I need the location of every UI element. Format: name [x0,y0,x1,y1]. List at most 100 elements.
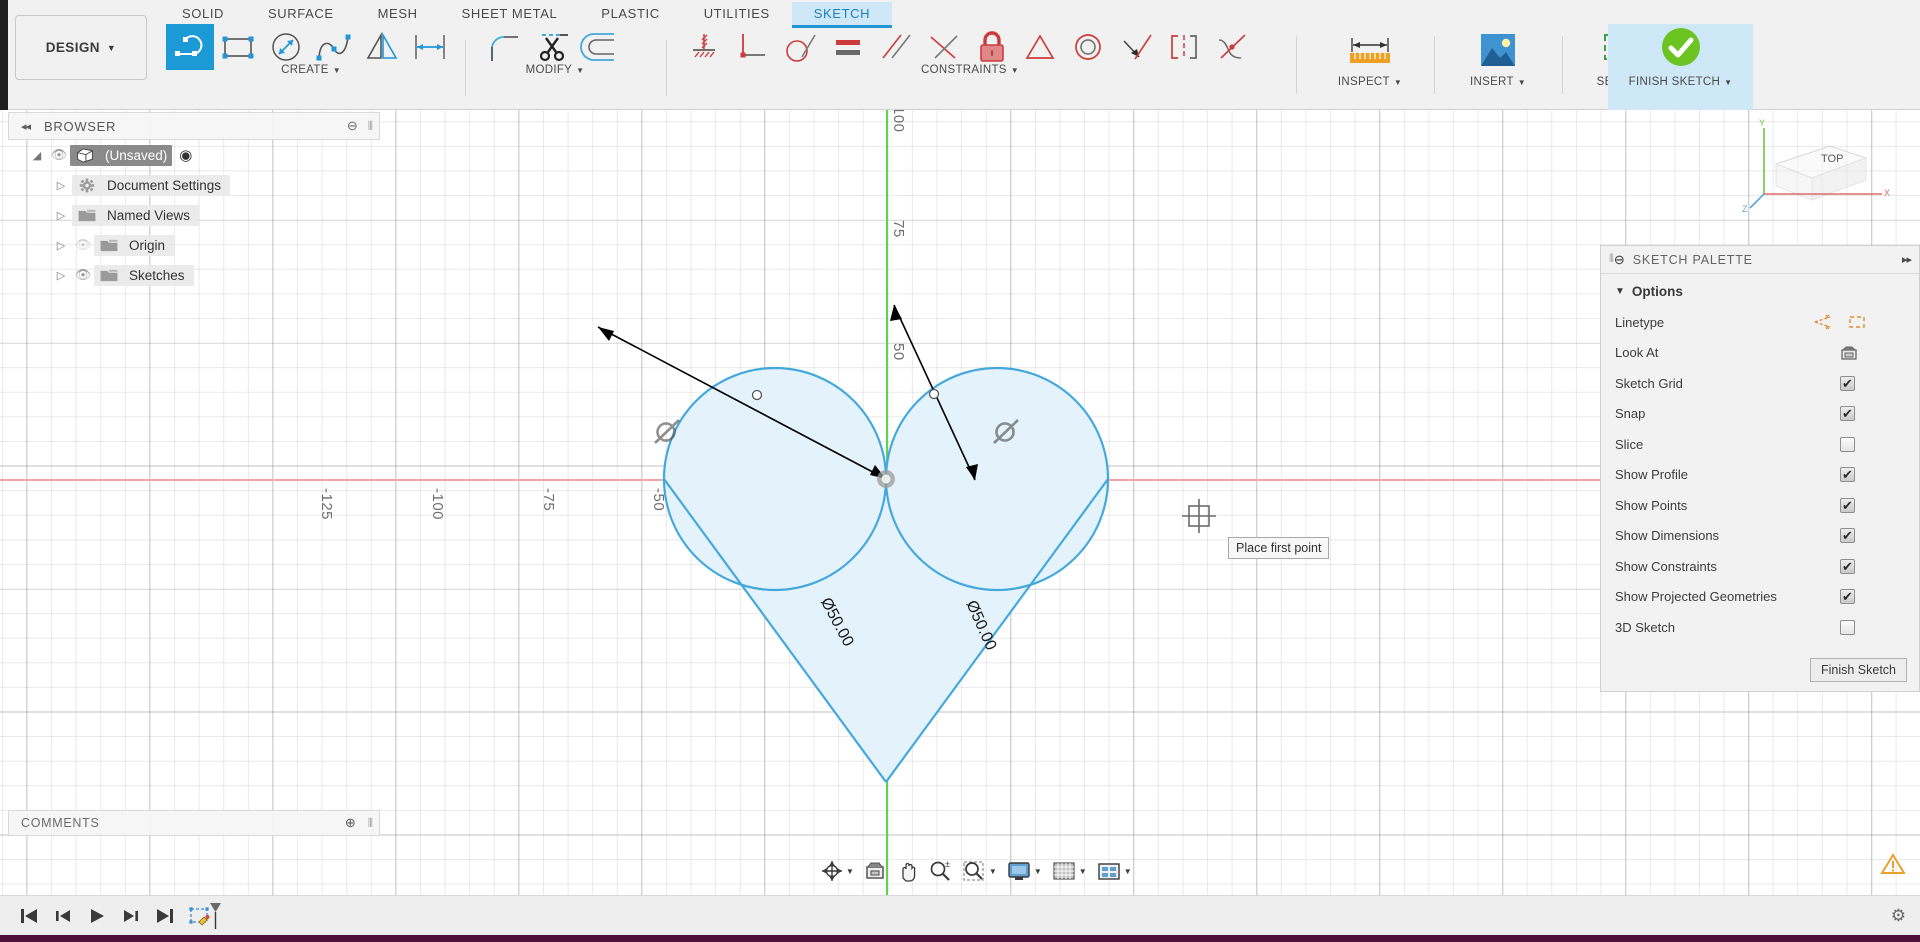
insert-button[interactable]: INSERT▼ [1448,24,1548,110]
inspect-button[interactable]: INSPECT▼ [1320,24,1420,110]
axis-label-y: Y [1759,118,1765,128]
browser-minimize-icon[interactable]: ⊖ [347,118,358,134]
zoom-window-icon[interactable]: ▼ [957,856,1002,886]
browser-item-named-views[interactable]: ▷ Named Views [8,200,380,230]
chevron-down-icon[interactable]: ▼ [1079,867,1087,876]
look-at-icon[interactable] [859,856,891,886]
palette-row-sketch-grid[interactable]: Sketch Grid ✔ [1601,368,1919,399]
show-profile-checkbox[interactable]: ✔ [1840,467,1855,482]
viewports-icon[interactable]: ▼ [1092,856,1137,886]
browser-item-label: (Unsaved) [105,148,167,163]
palette-row-3d-sketch[interactable]: 3D Sketch [1601,612,1919,643]
row-label: 3D Sketch [1615,620,1840,635]
component-icon [74,148,96,163]
pan-icon[interactable] [891,856,923,886]
palette-row-look-at[interactable]: Look At [1601,338,1919,369]
sketch-feature-icon[interactable] [182,901,228,931]
display-settings-icon[interactable]: ▼ [1002,856,1047,886]
expander-icon[interactable]: ◢ [26,149,48,162]
browser-panel[interactable]: ◂◂ BROWSER ⊖ ⦀ ◢ 👁 (Unsaved) ◉ ▷ [8,112,380,290]
eye-hidden-icon[interactable]: 👁 [72,237,94,253]
palette-row-show-profile[interactable]: Show Profile ✔ [1601,460,1919,491]
sketch-palette-panel[interactable]: ⦀ ⊖ SKETCH PALETTE ▸▸ ▼ Options Linetype [1600,245,1920,692]
chevron-down-icon[interactable]: ▼ [1034,867,1042,876]
go-to-end-button[interactable] [148,901,182,931]
timeline-bar[interactable] [0,895,1920,935]
view-navigation-bar[interactable]: ▼ ± ▼ [816,855,1137,887]
play-button[interactable] [80,901,114,931]
tab-solid[interactable]: SOLID [160,2,246,25]
show-constraints-checkbox[interactable]: ✔ [1840,559,1855,574]
svg-text:TOP: TOP [1821,153,1843,165]
go-to-beginning-button[interactable] [12,901,46,931]
chevron-down-icon[interactable]: ▼ [1124,867,1132,876]
chevron-down-icon[interactable]: ▼ [989,867,997,876]
expander-icon[interactable]: ▷ [50,269,72,282]
sketch-palette-header[interactable]: ⦀ ⊖ SKETCH PALETTE ▸▸ [1601,246,1919,274]
ribbon-group-constraints[interactable]: CONSTRAINTS▼ [680,24,1256,110]
browser-item-unsaved[interactable]: ◢ 👁 (Unsaved) ◉ [8,140,380,170]
command-tooltip: Place first point [1228,537,1329,559]
finish-sketch-button[interactable]: FINISH SKETCH▼ [1608,24,1753,110]
settings-gear-icon[interactable]: ⚙ [1891,906,1906,926]
comments-grip-icon: ⦀ [368,816,373,831]
modify-group-label: MODIFY▼ [480,64,630,76]
browser-item-origin[interactable]: ▷ 👁 Origin [8,230,380,260]
palette-row-show-dimensions[interactable]: Show Dimensions ✔ [1601,521,1919,552]
show-points-checkbox[interactable]: ✔ [1840,498,1855,513]
orbit-icon[interactable]: ▼ [816,856,859,886]
tab-utilities[interactable]: UTILITIES [682,2,792,25]
palette-row-slice[interactable]: Slice [1601,429,1919,460]
design-workspace-button[interactable]: DESIGN ▼ [15,15,147,80]
row-label: Sketch Grid [1615,376,1840,391]
show-dimensions-checkbox[interactable]: ✔ [1840,528,1855,543]
palette-row-show-points[interactable]: Show Points ✔ [1601,490,1919,521]
ribbon-group-create[interactable]: CREATE▼ [166,24,454,110]
tab-surface[interactable]: SURFACE [246,2,356,25]
palette-row-linetype[interactable]: Linetype [1601,307,1919,338]
finish-sketch-label: FINISH SKETCH [1629,76,1720,88]
activate-component-icon[interactable]: ◉ [179,146,192,164]
step-back-button[interactable] [46,901,80,931]
grid-snaps-icon[interactable]: ▼ [1047,856,1092,886]
tab-sheet-metal[interactable]: SHEET METAL [440,2,580,25]
palette-collapse-icon[interactable]: ⊖ [1614,252,1625,268]
3d-sketch-checkbox[interactable] [1840,620,1855,635]
tab-plastic[interactable]: PLASTIC [579,2,681,25]
show-projected-geometries-checkbox[interactable]: ✔ [1840,589,1855,604]
finish-sketch-panel-button[interactable]: Finish Sketch [1810,658,1907,682]
tab-mesh[interactable]: MESH [356,2,440,25]
expander-icon[interactable]: ▷ [50,209,72,222]
chevron-down-icon[interactable]: ▼ [846,867,854,876]
browser-item-document-settings[interactable]: ▷ Document Settings [8,170,380,200]
view-cube[interactable]: TOP Y X Z [1742,116,1892,226]
centerline-linetype-icon[interactable] [1847,314,1867,330]
slice-checkbox[interactable] [1840,437,1855,452]
palette-row-show-projected-geometries[interactable]: Show Projected Geometries ✔ [1601,582,1919,613]
collapse-browser-icon[interactable]: ◂◂ [21,120,30,133]
eye-icon[interactable]: 👁 [72,267,94,283]
browser-item-sketches[interactable]: ▷ 👁 Sketches [8,260,380,290]
browser-header[interactable]: ◂◂ BROWSER ⊖ ⦀ [8,112,380,140]
snap-checkbox[interactable]: ✔ [1840,406,1855,421]
ribbon-toolbar[interactable]: DESIGN ▼ SOLID SURFACE MESH SHEET METAL … [0,0,1920,110]
expander-icon[interactable]: ▷ [50,179,72,192]
row-label: Slice [1615,437,1840,452]
construction-linetype-icon[interactable] [1813,314,1833,330]
palette-expand-icon[interactable]: ▸▸ [1902,253,1911,266]
step-forward-button[interactable] [114,901,148,931]
expander-icon[interactable]: ▷ [50,239,72,252]
axis-label-z: Z [1742,204,1748,214]
zoom-icon[interactable]: ± [923,856,957,886]
add-comment-icon[interactable]: ⊕ [345,815,356,831]
palette-row-snap[interactable]: Snap ✔ [1601,399,1919,430]
warning-triangle-icon[interactable] [1880,852,1906,881]
comments-panel[interactable]: COMMENTS ⊕ ⦀ [8,810,380,836]
eye-icon[interactable]: 👁 [48,147,70,163]
options-section-header[interactable]: ▼ Options [1601,284,1919,299]
svg-text:±: ± [945,860,950,869]
look-at-icon[interactable] [1840,345,1858,361]
sketch-grid-checkbox[interactable]: ✔ [1840,376,1855,391]
ribbon-group-modify[interactable]: MODIFY▼ [480,24,624,110]
palette-row-show-constraints[interactable]: Show Constraints ✔ [1601,551,1919,582]
